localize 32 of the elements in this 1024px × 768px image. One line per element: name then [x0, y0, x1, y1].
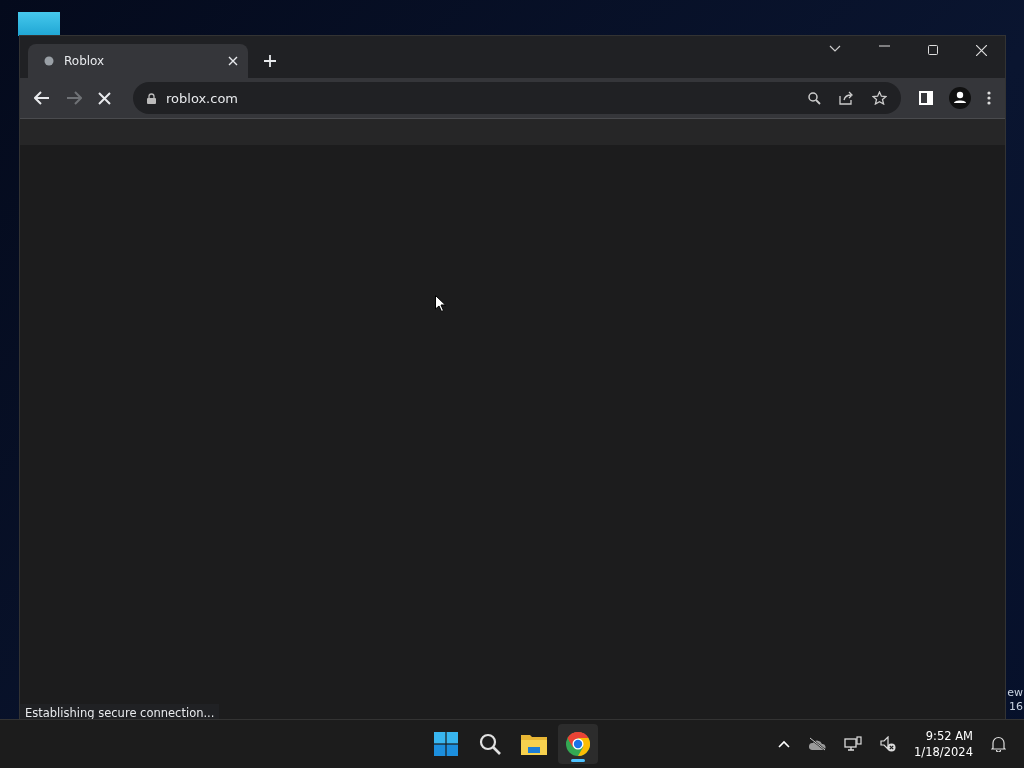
- windows-logo-icon: [434, 732, 458, 756]
- forward-arrow-icon[interactable]: [66, 91, 82, 105]
- search-icon: [479, 733, 501, 755]
- chevron-up-icon[interactable]: [778, 740, 791, 748]
- share-icon[interactable]: [839, 91, 854, 105]
- desktop-text: 16: [1009, 700, 1023, 714]
- folder-icon: [521, 733, 547, 755]
- star-icon[interactable]: [872, 91, 887, 105]
- address-bar[interactable]: roblox.com: [133, 82, 901, 114]
- new-tab-icon[interactable]: [264, 55, 276, 67]
- chrome-taskbar-button[interactable]: [558, 724, 598, 764]
- cursor-icon: [435, 295, 446, 312]
- desktop-text: ew: [1007, 686, 1023, 700]
- stop-icon[interactable]: [98, 91, 111, 105]
- network-icon[interactable]: [844, 736, 863, 752]
- browser-tab[interactable]: Roblox: [28, 44, 248, 78]
- desktop-icon[interactable]: [18, 12, 60, 36]
- back-arrow-icon[interactable]: [34, 91, 50, 105]
- search-icon[interactable]: [808, 91, 821, 105]
- clock[interactable]: 9:52 AM 1/18/2024: [914, 728, 973, 760]
- cloud-off-icon[interactable]: [808, 737, 827, 751]
- close-icon[interactable]: [228, 56, 238, 66]
- speaker-muted-icon[interactable]: [880, 736, 897, 752]
- menu-icon[interactable]: [987, 91, 991, 105]
- close-icon[interactable]: [976, 45, 987, 56]
- lock-icon: [147, 92, 156, 104]
- chevron-down-icon[interactable]: [829, 45, 841, 53]
- bell-icon[interactable]: [991, 736, 1006, 752]
- maximize-icon[interactable]: [928, 45, 938, 55]
- chrome-logo-icon: [566, 732, 590, 756]
- profile-icon[interactable]: [949, 87, 971, 109]
- side-panel-icon[interactable]: [919, 91, 933, 105]
